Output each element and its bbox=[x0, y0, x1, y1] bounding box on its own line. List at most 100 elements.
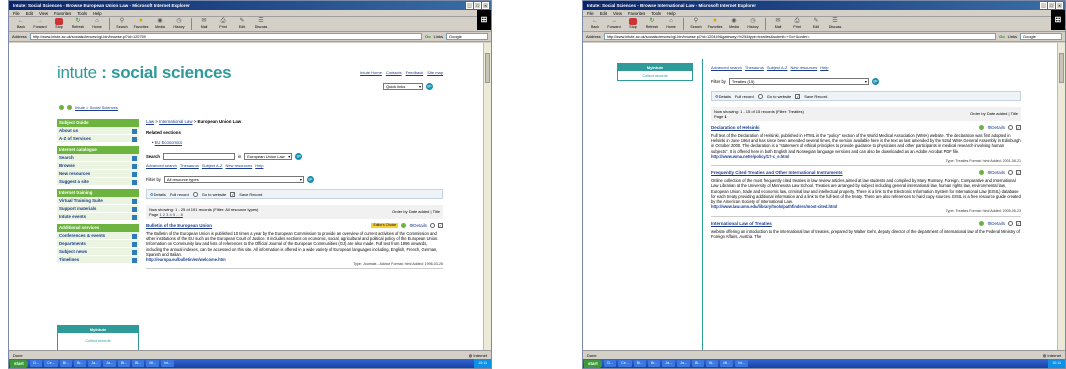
task-7[interactable]: Bl... bbox=[117, 360, 131, 367]
nav-item-subject-news[interactable]: Subject news bbox=[57, 248, 139, 256]
vertical-scrollbar[interactable] bbox=[1057, 43, 1065, 350]
details-option[interactable]: ⚙Details bbox=[715, 94, 731, 99]
save-checkbox[interactable]: ✓ bbox=[438, 223, 443, 229]
visit-radio[interactable] bbox=[1008, 170, 1013, 176]
quick-links-select[interactable]: Quick links bbox=[383, 83, 423, 90]
favorites-button[interactable]: ★ Favorites bbox=[706, 17, 724, 31]
add-icon[interactable] bbox=[979, 220, 985, 226]
menu-view[interactable]: View bbox=[39, 10, 48, 16]
save-checkbox[interactable]: ✓ bbox=[1016, 170, 1021, 176]
site-breadcrumb-link[interactable]: Intute > Social Sciences bbox=[75, 105, 118, 110]
discuss-button[interactable]: ☰ Discuss bbox=[826, 17, 844, 31]
quick-links-go-button[interactable]: go bbox=[426, 83, 433, 90]
full-record-option[interactable]: Full record bbox=[170, 192, 189, 197]
nav-item-departments[interactable]: Departments bbox=[57, 240, 139, 248]
details-link[interactable]: ⚙Details bbox=[987, 170, 1005, 175]
menu-favorites[interactable]: Favorites bbox=[628, 10, 645, 16]
google-toolbar-search[interactable]: Google bbox=[446, 33, 488, 40]
menu-edit[interactable]: Edit bbox=[26, 10, 33, 16]
home-button[interactable]: ⌂ Home bbox=[662, 17, 680, 31]
menu-file[interactable]: File bbox=[13, 10, 20, 16]
advanced-search-link[interactable]: Advanced search bbox=[146, 163, 177, 168]
task-8[interactable]: Bl... bbox=[132, 360, 145, 367]
order-by[interactable]: Order by Date added | Title bbox=[392, 209, 440, 214]
visit-radio[interactable] bbox=[1008, 220, 1013, 226]
save-record-checkbox[interactable]: ✓ bbox=[230, 191, 236, 197]
print-button[interactable]: ⎙ Print bbox=[214, 17, 232, 31]
nav-item-about-us[interactable]: About us bbox=[57, 127, 139, 135]
minimize-button[interactable]: _ bbox=[466, 2, 473, 9]
task-1[interactable]: Ci... bbox=[603, 360, 617, 367]
links-label[interactable]: Links bbox=[1008, 34, 1017, 39]
advanced-search-link[interactable]: Advanced search bbox=[711, 65, 742, 70]
task-1[interactable]: Ci... bbox=[29, 360, 43, 367]
go-to-website-radio[interactable] bbox=[192, 191, 198, 197]
task-8[interactable]: Bl... bbox=[706, 360, 719, 367]
mail-button[interactable]: ✉ Mail bbox=[195, 17, 213, 31]
menu-help[interactable]: Help bbox=[667, 10, 676, 16]
edit-button[interactable]: ✎ Edit bbox=[233, 17, 251, 31]
forward-button[interactable]: → Forward bbox=[31, 17, 49, 31]
new-resources-link[interactable]: New resources bbox=[791, 65, 818, 70]
collect-records-link[interactable]: Collect records bbox=[58, 339, 138, 343]
forward-button[interactable]: → Forward bbox=[605, 17, 623, 31]
menu-edit[interactable]: Edit bbox=[600, 10, 607, 16]
nav-item-browse[interactable]: Browse bbox=[57, 162, 139, 170]
address-input[interactable]: http://www.intute.ac.uk/socialsciences/c… bbox=[29, 33, 423, 40]
search-go-button[interactable]: go bbox=[295, 153, 303, 160]
task-3[interactable]: Bi... bbox=[59, 360, 72, 367]
details-option[interactable]: ⚙Details bbox=[150, 192, 166, 197]
thesaurus-link[interactable]: Thesaurus bbox=[180, 163, 199, 168]
record-title[interactable]: Frequently Cited Treaties and Other Inte… bbox=[711, 170, 843, 175]
menu-tools[interactable]: Tools bbox=[77, 10, 87, 16]
links-label[interactable]: Links bbox=[434, 34, 443, 39]
history-button[interactable]: ◷ History bbox=[744, 17, 762, 31]
close-button[interactable]: × bbox=[482, 2, 489, 9]
menu-help[interactable]: Help bbox=[93, 10, 102, 16]
details-link[interactable]: ⚙Details bbox=[987, 125, 1005, 130]
details-link[interactable]: ⚙Details bbox=[987, 221, 1005, 226]
add-icon[interactable] bbox=[401, 223, 407, 229]
order-by[interactable]: Order by Date added | Title bbox=[970, 111, 1018, 116]
full-record-option[interactable]: Full record bbox=[735, 94, 754, 99]
search-scope-select[interactable]: European Union Law bbox=[244, 153, 293, 160]
nav-item-new-resources[interactable]: New resources bbox=[57, 170, 139, 178]
menu-tools[interactable]: Tools bbox=[651, 10, 661, 16]
task-6[interactable]: Ja... bbox=[677, 360, 690, 367]
filter-go-button[interactable]: go bbox=[871, 78, 879, 85]
discuss-button[interactable]: ☰ Discuss bbox=[252, 17, 270, 31]
nav-item-timelines[interactable]: Timelines bbox=[57, 256, 139, 264]
top-link-feedback[interactable]: Feedback bbox=[406, 70, 424, 75]
related-link-eu-economics[interactable]: EU Economics bbox=[155, 140, 182, 145]
breadcrumb-law[interactable]: Law bbox=[146, 119, 154, 124]
record-title[interactable]: International Law of Treaties bbox=[711, 221, 772, 226]
go-button[interactable]: Go bbox=[425, 34, 431, 39]
page-links[interactable]: 1 2 3 4 5 ... 8 bbox=[159, 212, 182, 217]
subject-az-link[interactable]: Subject A-Z bbox=[202, 163, 223, 168]
search-input[interactable] bbox=[162, 153, 235, 160]
home-button[interactable]: ⌂ Home bbox=[88, 17, 106, 31]
refresh-button[interactable]: ↻ Refresh bbox=[69, 17, 87, 31]
add-icon[interactable] bbox=[979, 125, 985, 131]
scroll-thumb[interactable] bbox=[485, 53, 490, 83]
filter-select[interactable]: Treaties (15) bbox=[728, 78, 869, 85]
search-button[interactable]: ⚲ Search bbox=[687, 17, 705, 31]
nav-item-support[interactable]: Support materials bbox=[57, 205, 139, 213]
add-icon[interactable] bbox=[979, 170, 985, 176]
task-3[interactable]: Bi... bbox=[633, 360, 646, 367]
task-5[interactable]: Ja... bbox=[88, 360, 102, 367]
print-button[interactable]: ⎙ Print bbox=[788, 17, 806, 31]
address-input[interactable]: http://www.intute.ac.uk/socialsciences/c… bbox=[603, 33, 997, 40]
task-7[interactable]: Bl... bbox=[691, 360, 705, 367]
nav-item-search[interactable]: Search bbox=[57, 154, 139, 162]
task-9[interactable]: Mi... bbox=[720, 360, 734, 367]
help-link[interactable]: Help bbox=[820, 65, 828, 70]
top-link-site-map[interactable]: Site map bbox=[427, 70, 443, 75]
history-button[interactable]: ◷ History bbox=[170, 17, 188, 31]
nav-item-vts[interactable]: Virtual Training Suite bbox=[57, 197, 139, 205]
maximize-button[interactable]: □ bbox=[1048, 2, 1055, 9]
back-button[interactable]: ← Back bbox=[12, 17, 30, 31]
maximize-button[interactable]: □ bbox=[474, 2, 481, 9]
top-link-intute-home[interactable]: Intute Home bbox=[360, 70, 382, 75]
go-to-website-radio[interactable] bbox=[757, 93, 763, 99]
